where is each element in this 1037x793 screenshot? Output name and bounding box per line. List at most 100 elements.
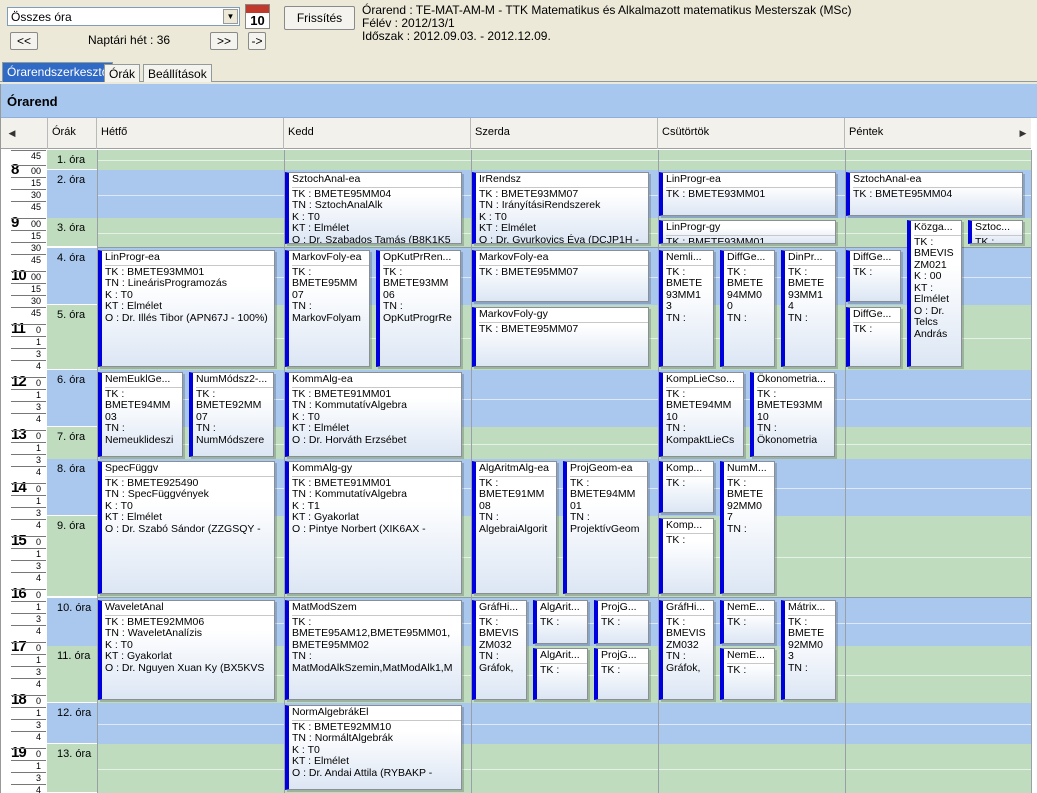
lesson-card[interactable]: SztochAnal-ea TK : BMETE95MM04 TN : Sztoch…: [285, 172, 462, 244]
lesson-card[interactable]: DiffGe... TK :: [846, 250, 901, 302]
ruler-tick: 1: [11, 548, 46, 559]
lesson-title: KommAlg-gy: [292, 462, 461, 477]
lesson-card[interactable]: GráfHi... TK : BMEVIS ZM032 TN : Gráfok,: [659, 600, 714, 700]
lesson-card[interactable]: ProjGeom-ea TK : BMETE94MM 01 TN : ProjektívG…: [563, 461, 648, 594]
ruler-tick: 3: [11, 560, 46, 571]
goto-week-button[interactable]: ->: [248, 32, 266, 50]
scroll-right-icon[interactable]: ▶: [1016, 118, 1030, 149]
lesson-card[interactable]: NormAlgebrákEl TK : BMETE92MM10 TN : Normá…: [285, 705, 462, 790]
lesson-detail: BMETE95AM12,BMETE95MM01,: [292, 627, 451, 639]
lesson-card[interactable]: KommAlg-gy TK : BMETE91MM01 TN : Kommutatí…: [285, 461, 462, 594]
tab-timetable-editor[interactable]: Órarendszerkesztő: [2, 62, 114, 82]
lesson-card[interactable]: KommAlg-ea TK : BMETE91MM01 TN : Kommutatí…: [285, 372, 462, 457]
lesson-title: GráfHi...: [666, 601, 713, 616]
lesson-detail: 93MM1: [788, 288, 824, 301]
lesson-title: Mátrix...: [788, 601, 835, 616]
lesson-card[interactable]: ProjG... TK :: [594, 600, 649, 644]
lesson-card[interactable]: DinPr... TK : BMETE 93MM1 4 TN :: [781, 250, 836, 367]
lesson-title: DiffGe...: [853, 251, 900, 266]
lesson-card[interactable]: MarkovFoly-ea TK : BMETE95MM07: [472, 250, 649, 302]
ruler-tick: 3: [11, 401, 46, 412]
ruler-tick: 3: [11, 772, 46, 783]
header-day-wednesday: Szerda: [471, 118, 658, 149]
ruler-tick: 45: [11, 307, 46, 318]
lesson-card[interactable]: LinProgr-ea TK : BMETE93MM01 TN : Lineáris…: [98, 250, 275, 367]
lesson-detail: O : Dr. Andai Attila (RYBAKP -: [292, 766, 433, 779]
lesson-card[interactable]: NemE... TK :: [720, 600, 775, 644]
lesson-card[interactable]: MarkovFoly-gy TK : BMETE95MM07: [472, 307, 649, 367]
lesson-card[interactable]: KompLieCso... TK : BMETE94MM 10 TN : KompaktL…: [659, 372, 744, 457]
lesson-card[interactable]: IrRendsz TK : BMETE93MM07 TN : IrányításiR…: [472, 172, 649, 244]
next-week-button[interactable]: >>: [210, 32, 238, 50]
lesson-card[interactable]: Nemli... TK : BMETE 93MM1 3 TN :: [659, 250, 714, 367]
lesson-card[interactable]: NemEuklGe... TK : BMETE94MM 03 TN : Nemeuklid…: [98, 372, 183, 457]
ruler-tick: 00: [11, 271, 46, 282]
lesson-card[interactable]: DiffGe... TK : BMETE 94MM0 0 TN :: [720, 250, 775, 367]
slot-label: 10. óra: [47, 598, 97, 647]
lesson-card[interactable]: AlgArit... TK :: [533, 600, 588, 644]
lesson-card[interactable]: Közga... TK : BMEVIS ZM021 K : 00 KT : Elmélet…: [907, 220, 962, 367]
lesson-card[interactable]: SpecFüggv TK : BMETE925490 TN : SpecFüggvé…: [98, 461, 275, 594]
lesson-detail: MarkovFolyam: [292, 311, 361, 324]
lesson-title: NemE...: [727, 649, 774, 664]
lesson-detail: 0: [727, 300, 733, 312]
chevron-down-icon[interactable]: ▼: [223, 9, 238, 24]
lesson-detail: TN :: [666, 650, 686, 662]
calendar-icon-day: 10: [250, 13, 265, 28]
lesson-card[interactable]: Ökonometria... TK : BMETE93MM 10 TN : Ökonome…: [750, 372, 835, 457]
ruler-tick: 1: [11, 442, 46, 453]
lesson-detail: 93MM1: [666, 288, 702, 301]
ruler-tick: 1: [11, 601, 46, 612]
lesson-detail: O : Dr. Szabó Sándor (ZZGSQY -: [105, 522, 261, 535]
lesson-detail: BMETE93MM: [757, 399, 823, 411]
refresh-button[interactable]: Frissítés: [284, 6, 355, 30]
lesson-card[interactable]: ProjG... TK :: [594, 648, 649, 700]
lesson-title: SpecFüggv: [105, 462, 274, 477]
lesson-title: DiffGe...: [853, 308, 900, 323]
grid-body: 1. óra 2. óra 3. óra 4. óra 5. óra 6. óra 7. ó…: [1, 150, 1032, 793]
lesson-card[interactable]: SztochAnal-ea TK : BMETE95MM04: [846, 172, 1023, 216]
scroll-left-icon[interactable]: ◀: [5, 118, 19, 149]
lesson-card[interactable]: DiffGe... TK :: [846, 307, 901, 367]
lesson-card[interactable]: MatModSzem TK : BMETE95AM12,BMETE95MM01, BM…: [285, 600, 462, 700]
lesson-detail: O : Dr. Gyurkovics Éva (DCJP1H -: [479, 233, 639, 244]
lesson-detail: TN : NormáltAlgebrák: [292, 732, 393, 744]
lesson-title: NumM...: [727, 462, 774, 477]
lesson-detail: TN :: [105, 422, 125, 434]
lesson-card[interactable]: WaveletAnal TK : BMETE92MM06 TN : WaveletA…: [98, 600, 275, 700]
prev-week-button[interactable]: <<: [10, 32, 38, 50]
ruler-tick: 0: [11, 589, 46, 600]
lesson-detail: BMEVIS: [666, 627, 706, 639]
lesson-card[interactable]: AlgArit... TK :: [533, 648, 588, 700]
lesson-card[interactable]: LinProgr-gy TK : BMETE93MM01: [659, 220, 836, 244]
slot-subdivider: [97, 769, 1031, 770]
lesson-card[interactable]: NumMódsz2-... TK : BMETE92MM 07 TN : NumMódsz…: [189, 372, 274, 457]
tab-settings[interactable]: Beállítások: [143, 64, 212, 82]
lesson-card[interactable]: Mátrix... TK : BMETE 92MM0 3 TN :: [781, 600, 836, 700]
lesson-detail: O : Pintye Norbert (XIK6AX -: [292, 522, 426, 535]
lesson-detail: TN : IrányításiRendszerek: [479, 199, 601, 211]
ruler-tick: 0: [11, 695, 46, 706]
lesson-card[interactable]: GráfHi... TK : BMEVIS ZM032 TN : Gráfok,: [472, 600, 527, 700]
lesson-card[interactable]: Sztoc... TK :: [968, 220, 1023, 244]
lesson-card[interactable]: Komp... TK :: [659, 518, 714, 594]
lesson-title: AlgArit...: [540, 649, 587, 664]
lesson-detail: TN :: [666, 311, 686, 324]
toolbar: Összes óra ▼ 10 Frissítés << Naptári hét…: [0, 0, 1037, 82]
lesson-card[interactable]: AlgAritmAlg-ea TK : BMETE91MM 08 TN : Algebra…: [472, 461, 557, 594]
lesson-detail: TK : BMETE95MM07: [479, 322, 579, 335]
lesson-detail: BMETE95MM: [292, 277, 358, 289]
lesson-card[interactable]: NumM... TK : BMETE 92MM0 7 TN :: [720, 461, 775, 594]
header-day-tuesday: Kedd: [284, 118, 471, 149]
lesson-card[interactable]: MarkovFoly-ea TK : BMETE95MM 07 TN : MarkovFo…: [285, 250, 370, 367]
tab-lessons[interactable]: Órák: [104, 64, 141, 82]
lesson-filter-select[interactable]: Összes óra ▼: [7, 7, 240, 26]
lesson-card[interactable]: LinProgr-ea TK : BMETE93MM01: [659, 172, 836, 216]
lesson-card[interactable]: OpKutPrRen... TK : BMETE93MM 06 TN : OpKutPro…: [376, 250, 461, 367]
lesson-card[interactable]: NemE... TK :: [720, 648, 775, 700]
lesson-detail: KT : Elmélet: [105, 300, 162, 312]
week-label: Naptári hét : 36: [88, 33, 171, 47]
lesson-detail: TN :: [196, 422, 216, 434]
lesson-card[interactable]: Komp... TK :: [659, 461, 714, 513]
calendar-icon[interactable]: 10: [245, 4, 270, 29]
